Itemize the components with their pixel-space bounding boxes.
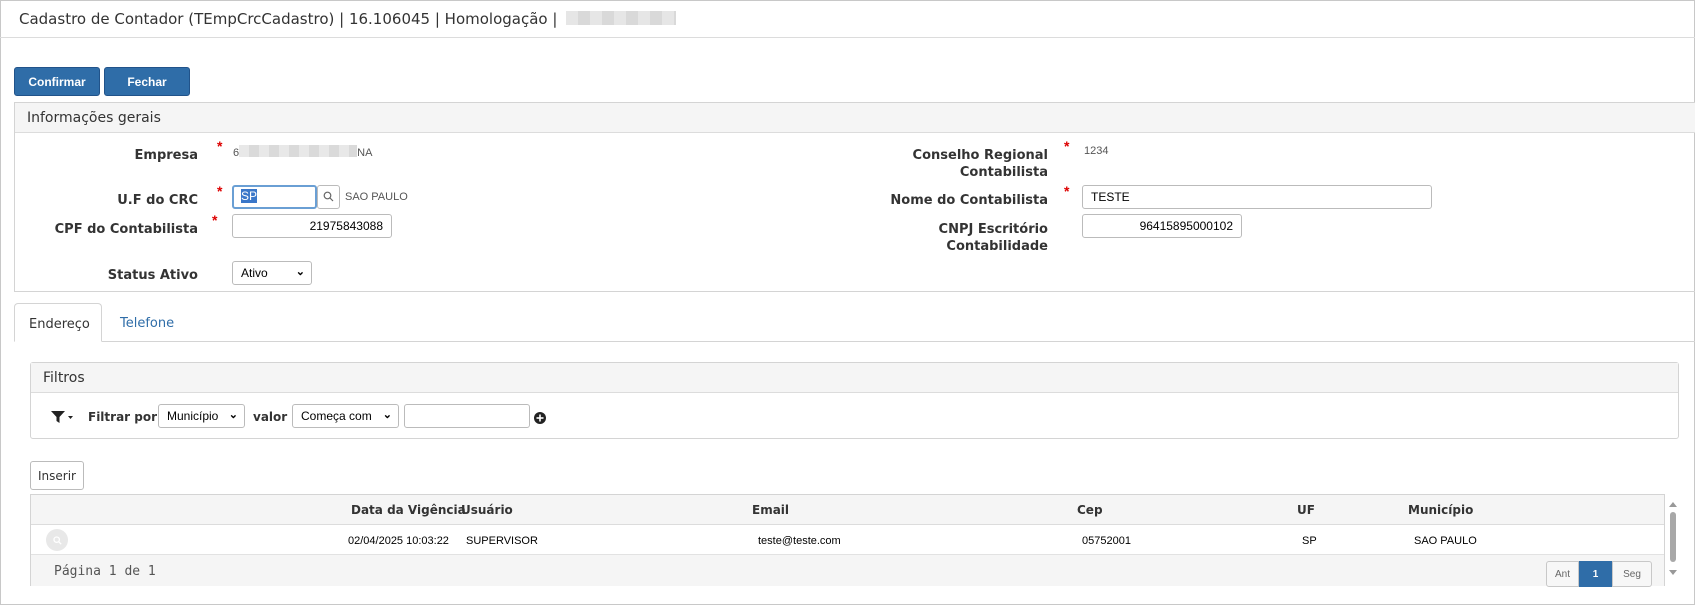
pagination-summary: Página 1 de 1 (54, 564, 156, 579)
redacted-environment-name (566, 11, 677, 25)
grid-header: Data da Vigência Usuário Email Cep UF Mu… (31, 495, 1664, 525)
chevron-down-icon: ⌄ (295, 266, 305, 278)
grid-scrollbar[interactable] (1665, 494, 1681, 586)
nome-input[interactable]: TESTE (1082, 185, 1432, 209)
chevron-down-icon: ⌄ (382, 409, 392, 421)
general-info-title: Informações gerais (15, 103, 1695, 133)
cpf-label: CPF do Contabilista (54, 222, 198, 237)
filters-panel: Filtros (30, 362, 1679, 439)
window-title: Cadastro de Contador (TEmpCrcCadastro) |… (19, 10, 558, 28)
status-select[interactable]: Ativo ⌄ (232, 261, 312, 285)
cnpj-input[interactable]: 96415895000102 (1082, 214, 1242, 238)
filter-menu-icon[interactable] (50, 409, 74, 430)
column-header-email[interactable]: Email (752, 503, 789, 517)
column-header-municipio[interactable]: Município (1408, 503, 1473, 517)
column-header-usuario[interactable]: Usuário (461, 503, 513, 517)
empresa-label: Empresa (134, 148, 198, 163)
window-title-bar: Cadastro de Contador (TEmpCrcCadastro) |… (0, 0, 1695, 38)
add-filter-icon[interactable] (534, 411, 546, 429)
conselho-value: 1234 (1084, 145, 1109, 157)
cell-email: teste@teste.com (758, 535, 841, 547)
filters-title: Filtros (31, 363, 1678, 393)
column-header-data-vigencia[interactable]: Data da Vigência (351, 503, 466, 517)
chevron-down-icon: ⌄ (228, 409, 238, 421)
cell-uf: SP (1302, 535, 1317, 547)
current-page-button[interactable]: 1 (1579, 561, 1612, 587)
column-header-uf[interactable]: UF (1297, 503, 1315, 517)
conselho-label: Conselho Regional Contabilista (912, 148, 1048, 180)
required-marker: * (212, 212, 218, 228)
filter-value-input[interactable] (404, 404, 530, 428)
cell-cep: 05752001 (1082, 535, 1131, 547)
uf-crc-description: SAO PAULO (345, 191, 408, 203)
required-marker: * (217, 138, 223, 154)
grid-footer: Página 1 de 1 Ant 1 Seg (31, 554, 1664, 587)
search-icon (323, 191, 334, 202)
tab-endereco[interactable]: Endereço (14, 303, 102, 342)
cell-data-vigencia: 02/04/2025 10:03:22 (348, 535, 449, 547)
confirm-button[interactable]: Confirmar (14, 67, 100, 96)
cell-usuario: SUPERVISOR (466, 535, 538, 547)
prev-page-button[interactable]: Ant (1546, 561, 1579, 587)
tab-telefone[interactable]: Telefone (106, 303, 196, 342)
cnpj-label: CNPJ Escritório Contabilidade (938, 222, 1048, 254)
filter-field-select[interactable]: Município ⌄ (158, 404, 245, 428)
column-header-cep[interactable]: Cep (1077, 503, 1103, 517)
uf-crc-label: U.F do CRC (117, 193, 198, 208)
cpf-input[interactable]: 21975843088 (232, 214, 392, 238)
required-marker: * (217, 183, 223, 199)
uf-crc-lookup-button[interactable] (317, 185, 340, 209)
insert-button[interactable]: Inserir (30, 461, 84, 490)
filter-operator-select[interactable]: Começa com ⌄ (292, 404, 399, 428)
cell-municipio: SAO PAULO (1414, 535, 1477, 547)
next-page-button[interactable]: Seg (1612, 561, 1652, 587)
close-button[interactable]: Fechar (104, 67, 190, 96)
redacted-company-name (239, 145, 358, 157)
empresa-value: 6 NA (233, 145, 373, 159)
nome-label: Nome do Contabilista (890, 193, 1048, 208)
uf-crc-input[interactable]: SP (232, 185, 317, 209)
required-marker: * (1064, 183, 1070, 199)
status-label: Status Ativo (107, 268, 198, 283)
required-marker: * (1064, 138, 1070, 154)
row-view-icon[interactable] (46, 529, 68, 551)
address-grid: Data da Vigência Usuário Email Cep UF Mu… (30, 494, 1665, 587)
filter-value-label: valor (253, 410, 288, 424)
tabs-divider (14, 341, 1695, 342)
filter-by-label: Filtrar por (88, 410, 158, 424)
